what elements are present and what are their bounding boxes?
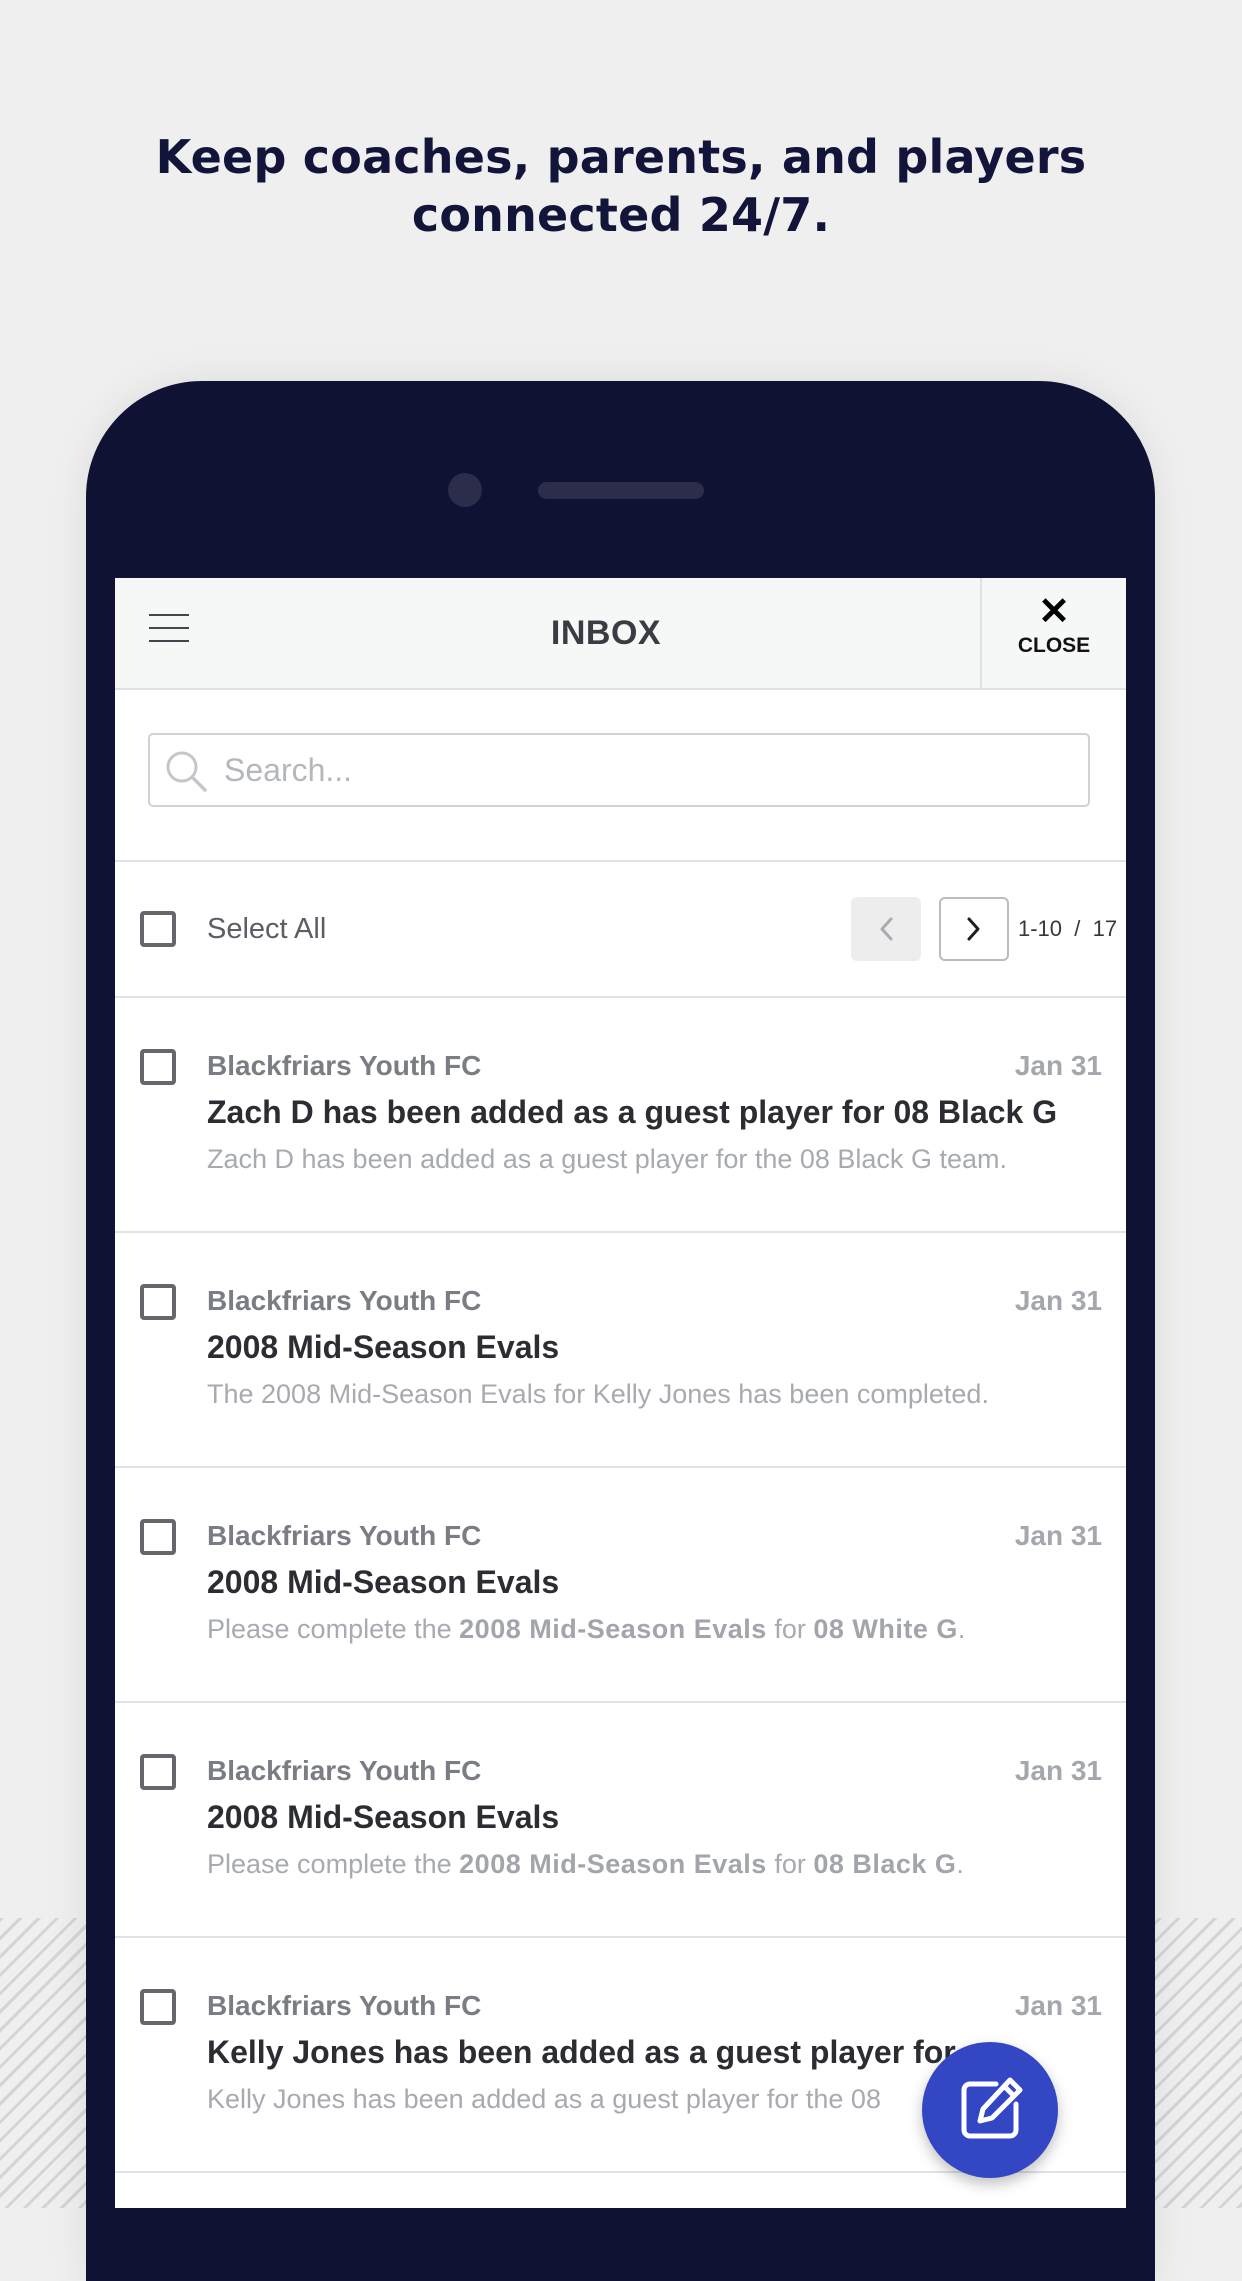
preview-text: . xyxy=(957,1614,966,1644)
message-subject: Zach D has been added as a guest player … xyxy=(207,1094,1058,1130)
message-checkbox[interactable] xyxy=(140,1049,176,1085)
message-date: Jan 31 xyxy=(1014,1050,1102,1081)
chevron-right-icon xyxy=(967,917,980,941)
message-subject: 2008 Mid-Season Evals xyxy=(207,1799,560,1835)
inbox-header: INBOX ✕ CLOSE xyxy=(115,578,1126,690)
phone-speaker xyxy=(538,482,704,499)
preview-eval-name: 2008 Mid-Season Evals xyxy=(459,1849,767,1879)
search-input[interactable] xyxy=(224,735,1074,805)
compose-button[interactable] xyxy=(922,2042,1058,2178)
preview-text: . xyxy=(956,1849,964,1879)
preview-text: for xyxy=(766,1849,814,1879)
message-date: Jan 31 xyxy=(1014,1990,1102,2021)
message-checkbox[interactable] xyxy=(140,1284,176,1320)
preview-team-name: 08 White G xyxy=(813,1614,958,1644)
chevron-left-icon xyxy=(880,917,893,941)
preview-eval-name: 2008 Mid-Season Evals xyxy=(459,1614,767,1644)
prev-page-button[interactable] xyxy=(851,897,921,961)
page-range: 1-10 / 17 xyxy=(1018,916,1118,941)
message-sender: Blackfriars Youth FC xyxy=(207,1050,482,1081)
message-date: Jan 31 xyxy=(1014,1520,1102,1551)
message-date: Jan 31 xyxy=(1014,1285,1102,1316)
select-all-label[interactable]: Select All xyxy=(207,862,326,996)
message-row[interactable]: Blackfriars Youth FC Jan 31 2008 Mid-Sea… xyxy=(115,1703,1126,1938)
list-toolbar: Select All 1-10 / 17 xyxy=(115,862,1126,998)
preview-text: for xyxy=(766,1614,814,1644)
preview-text: Please complete the xyxy=(207,1849,460,1879)
message-subject: 2008 Mid-Season Evals xyxy=(207,1564,560,1600)
message-checkbox[interactable] xyxy=(140,1754,176,1790)
search-box[interactable] xyxy=(148,733,1090,807)
message-date: Jan 31 xyxy=(1014,1755,1102,1786)
promo-line-2: connected 24/7. xyxy=(411,188,831,242)
phone-camera xyxy=(448,473,482,507)
search-section xyxy=(115,690,1126,862)
promo-headline: Keep coaches, parents, and players conne… xyxy=(0,128,1242,244)
close-icon: ✕ xyxy=(1038,591,1070,633)
close-label: CLOSE xyxy=(1017,634,1091,657)
message-checkbox[interactable] xyxy=(140,1989,176,2025)
message-sender: Blackfriars Youth FC xyxy=(207,1755,482,1786)
message-preview: Zach D has been added as a guest player … xyxy=(207,1144,1007,1174)
next-page-button[interactable] xyxy=(939,897,1009,961)
close-button[interactable]: ✕ CLOSE xyxy=(980,578,1126,688)
message-preview: Please complete the 2008 Mid-Season Eval… xyxy=(207,1849,1107,1880)
search-icon xyxy=(166,751,207,792)
compose-icon xyxy=(961,2077,1023,2139)
promo-line-1: Keep coaches, parents, and players xyxy=(155,130,1087,184)
preview-text: Please complete the xyxy=(207,1614,460,1644)
message-sender: Blackfriars Youth FC xyxy=(207,1990,482,2021)
message-preview: The 2008 Mid-Season Evals for Kelly Jone… xyxy=(207,1379,989,1409)
message-preview: Please complete the 2008 Mid-Season Eval… xyxy=(207,1614,1107,1645)
app-screen: INBOX ✕ CLOSE Select All 1-10 / 17 xyxy=(115,578,1126,2208)
message-row[interactable]: Blackfriars Youth FC Jan 31 Zach D has b… xyxy=(115,998,1126,1233)
message-row[interactable]: Blackfriars Youth FC Jan 31 2008 Mid-Sea… xyxy=(115,1233,1126,1468)
select-all-checkbox[interactable] xyxy=(140,911,176,947)
preview-team-name: 08 Black G xyxy=(813,1849,957,1879)
message-sender: Blackfriars Youth FC xyxy=(207,1520,482,1551)
message-subject: 2008 Mid-Season Evals xyxy=(207,1329,560,1365)
message-checkbox[interactable] xyxy=(140,1519,176,1555)
page-title: INBOX xyxy=(550,614,662,652)
message-sender: Blackfriars Youth FC xyxy=(207,1285,482,1316)
message-row[interactable]: Blackfriars Youth FC Jan 31 2008 Mid-Sea… xyxy=(115,1468,1126,1703)
